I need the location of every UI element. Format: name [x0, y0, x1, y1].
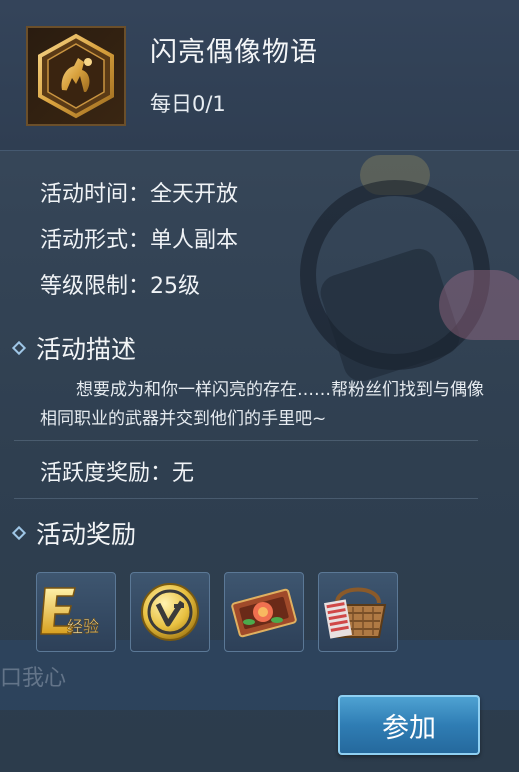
rewards-heading-label: 活动奖励	[36, 520, 137, 549]
description-heading-label: 活动描述	[36, 335, 137, 364]
rewards-heading: 活动奖励	[11, 515, 137, 551]
divider	[14, 498, 478, 499]
reward-item-basket[interactable]	[318, 572, 398, 652]
activity-icon-frame	[26, 26, 126, 126]
level-limit: 等级限制：25级	[40, 274, 200, 299]
diamond-bullet-icon	[11, 525, 27, 541]
description-text: 想要成为和你一样闪亮的存在……帮粉丝们找到与偶像相同职业的武器并交到他们的手里吧…	[40, 380, 484, 429]
activity-header: 闪亮偶像物语 每日0/1	[0, 0, 519, 151]
activity-time: 活动时间：全天开放	[40, 182, 239, 207]
diamond-bullet-icon	[11, 340, 27, 356]
activity-form: 活动形式：单人副本	[40, 228, 239, 253]
description-heading: 活动描述	[11, 330, 137, 366]
flower-ticket-icon	[231, 588, 297, 638]
gift-basket-icon	[324, 587, 387, 639]
divider	[14, 440, 478, 441]
exp-label: 经验	[67, 617, 99, 636]
activity-reward: 活跃度奖励：无	[40, 461, 195, 486]
background-heart-decoration	[439, 270, 519, 340]
exp-icon: 经验	[40, 587, 99, 636]
background-text: 口我心	[0, 666, 67, 691]
reward-item-ticket[interactable]	[224, 572, 304, 652]
join-button[interactable]: 参加	[338, 695, 480, 755]
reward-item-exp[interactable]: 经验	[36, 572, 116, 652]
idol-activity-icon	[38, 33, 114, 119]
coin-icon	[141, 583, 199, 641]
daily-count: 每日0/1	[150, 92, 226, 116]
reward-item-coin[interactable]	[130, 572, 210, 652]
activity-title: 闪亮偶像物语	[150, 37, 318, 68]
